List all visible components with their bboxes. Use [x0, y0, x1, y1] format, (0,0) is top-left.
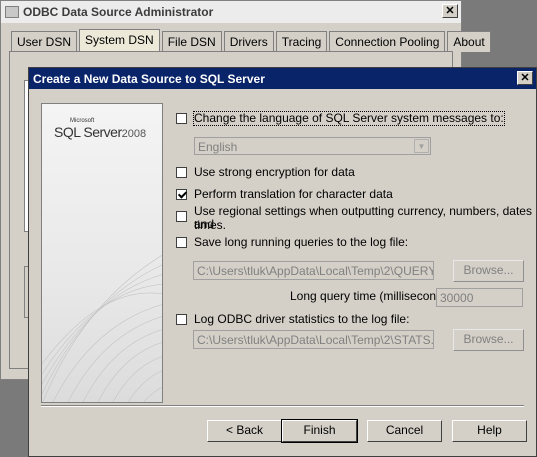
driver-stats-label[interactable]: Log ODBC driver statistics to the log fi…	[194, 313, 409, 326]
language-select[interactable]: English ▼	[194, 137, 431, 155]
translation-label[interactable]: Perform translation for character data	[194, 188, 393, 201]
stats-log-path-input[interactable]: C:\Users\tluk\AppData\Local\Temp\2\STATS…	[193, 330, 434, 349]
tab-user-dsn[interactable]: User DSN	[11, 31, 78, 52]
banner-wave-graphic	[42, 254, 162, 402]
language-select-value: English	[198, 140, 238, 154]
footer-separator	[41, 405, 524, 407]
odbc-admin-title: ODBC Data Source Administrator	[23, 5, 214, 19]
odbc-app-icon	[5, 6, 19, 18]
odbc-close-button[interactable]: ✕	[442, 4, 458, 18]
help-button[interactable]: Help	[452, 420, 527, 442]
dialog-close-button[interactable]: ✕	[517, 71, 533, 85]
long-query-time-label: Long query time (milliseconds):	[290, 289, 457, 303]
query-log-path-input[interactable]: C:\Users\tluk\AppData\Local\Temp\2\QUERY…	[193, 261, 434, 280]
odbc-admin-titlebar[interactable]: ODBC Data Source Administrator ✕	[1, 1, 461, 23]
query-log-browse-button[interactable]: Browse...	[453, 260, 524, 282]
tab-drivers[interactable]: Drivers	[223, 31, 274, 52]
translation-checkbox[interactable]	[176, 189, 187, 200]
tab-about[interactable]: About	[447, 31, 491, 52]
sql-server-banner: Microsoft SQL Server2008	[41, 103, 163, 403]
dialog-titlebar[interactable]: Create a New Data Source to SQL Server ✕	[29, 68, 536, 89]
long-query-time-input[interactable]: 30000	[436, 288, 523, 307]
regional-settings-label-line2[interactable]: times.	[194, 219, 226, 232]
back-button[interactable]: < Back	[207, 420, 282, 442]
sql-server-logo: Microsoft SQL Server2008	[54, 118, 146, 140]
tab-file-dsn[interactable]: File DSN	[161, 31, 222, 52]
create-data-source-dialog: Create a New Data Source to SQL Server ✕…	[28, 67, 537, 457]
change-language-label[interactable]: Change the language of SQL Server system…	[193, 111, 505, 126]
cancel-button[interactable]: Cancel	[367, 420, 442, 442]
regional-settings-label-line1[interactable]: Use regional settings when outputting cu…	[194, 205, 536, 231]
strong-encryption-checkbox[interactable]	[176, 167, 187, 178]
change-language-checkbox[interactable]	[176, 113, 187, 124]
logo-product-text: SQL Server	[54, 124, 122, 140]
dialog-title: Create a New Data Source to SQL Server	[33, 71, 265, 86]
chevron-down-icon[interactable]: ▼	[414, 139, 429, 153]
strong-encryption-label[interactable]: Use strong encryption for data	[194, 166, 355, 179]
stats-log-browse-button[interactable]: Browse...	[453, 329, 524, 351]
tab-connection-pooling[interactable]: Connection Pooling	[329, 31, 446, 52]
finish-button[interactable]: Finish	[281, 419, 358, 443]
driver-stats-checkbox[interactable]	[176, 314, 187, 325]
tab-tracing[interactable]: Tracing	[275, 31, 328, 52]
long-queries-label[interactable]: Save long running queries to the log fil…	[194, 236, 408, 249]
regional-settings-checkbox[interactable]	[176, 211, 187, 222]
long-queries-checkbox[interactable]	[176, 237, 187, 248]
tab-system-dsn[interactable]: System DSN	[79, 29, 160, 52]
logo-year-text: 2008	[121, 128, 147, 140]
